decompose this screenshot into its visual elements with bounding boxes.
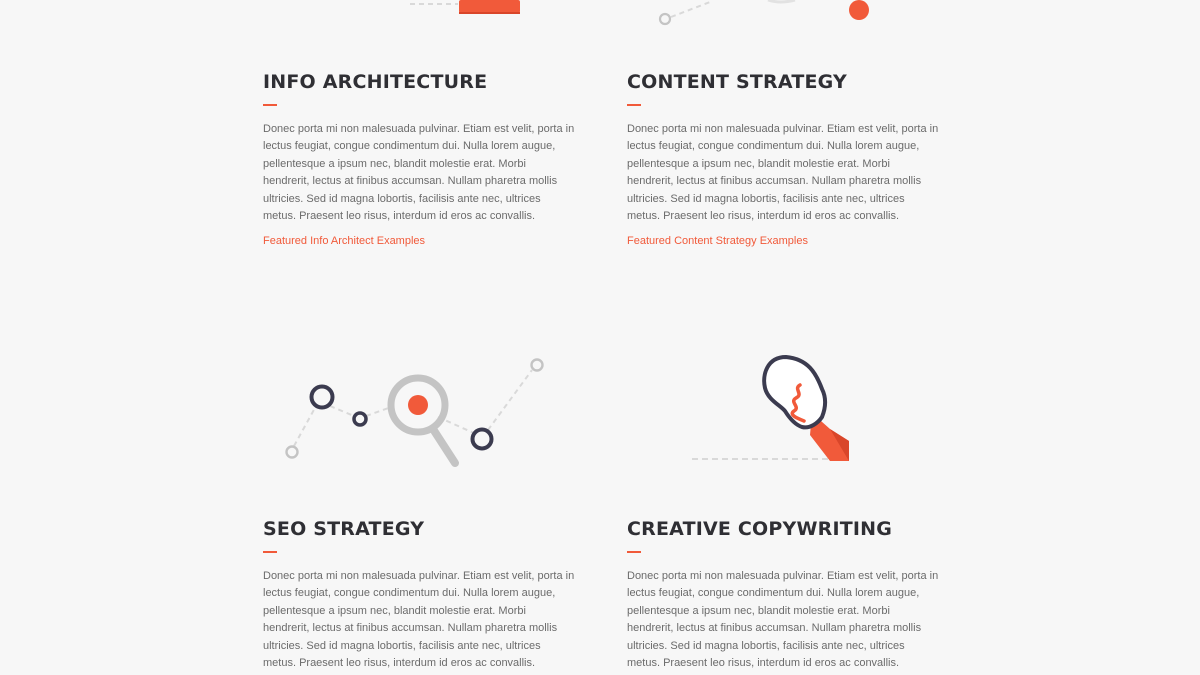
content-strategy-icon — [658, 0, 869, 26]
title-underline — [263, 551, 277, 553]
service-card-creative-copywriting: CREATIVE COPYWRITING Donec porta mi non … — [627, 517, 957, 672]
service-title: SEO STRATEGY — [263, 518, 425, 540]
info-architecture-icon — [410, 0, 520, 14]
service-title: CREATIVE COPYWRITING — [627, 518, 893, 540]
title-underline — [627, 104, 641, 106]
service-title: CONTENT STRATEGY — [627, 71, 847, 93]
service-card-seo-strategy: SEO STRATEGY Donec porta mi non malesuad… — [263, 517, 593, 672]
title-underline — [627, 551, 641, 553]
featured-examples-link[interactable]: Featured Info Architect Examples — [263, 235, 425, 247]
service-card-content-strategy: CONTENT STRATEGY Donec porta mi non male… — [627, 70, 957, 249]
service-description: Donec porta mi non malesuada pulvinar. E… — [263, 570, 575, 670]
service-description: Donec porta mi non malesuada pulvinar. E… — [263, 123, 575, 223]
service-description: Donec porta mi non malesuada pulvinar. E… — [627, 570, 939, 670]
title-underline — [263, 104, 277, 106]
service-card-info-architecture: INFO ARCHITECTURE Donec porta mi non mal… — [263, 70, 593, 249]
seo-magnifier-icon — [285, 358, 544, 467]
featured-examples-link[interactable]: Featured Content Strategy Examples — [627, 235, 808, 247]
service-description: Donec porta mi non malesuada pulvinar. E… — [627, 123, 939, 223]
lightbulb-icon — [692, 355, 849, 461]
service-title: INFO ARCHITECTURE — [263, 71, 488, 93]
